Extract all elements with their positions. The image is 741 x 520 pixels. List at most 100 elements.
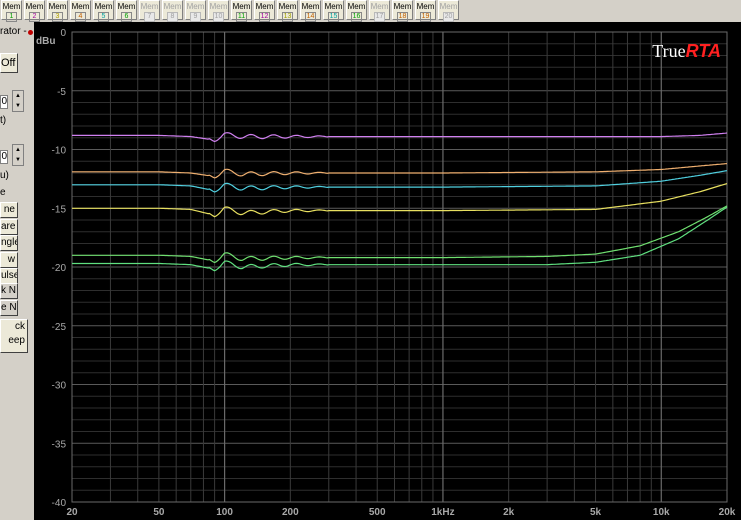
mem-button-label: Mem (347, 2, 366, 11)
mem-button-number: 9 (190, 12, 201, 22)
freq-field[interactable]: 0 (0, 150, 8, 164)
x-tick-label: 5k (590, 507, 602, 518)
noise-option-1[interactable]: k N (0, 283, 18, 299)
mem-button-label: Mem (278, 2, 297, 11)
mem-button-20[interactable]: Mem 20 (438, 0, 459, 22)
logo-text-plain: True (652, 41, 685, 61)
level-spinner[interactable]: ▲ ▼ (12, 90, 24, 112)
mem-button-17[interactable]: Mem 17 (369, 0, 390, 22)
spin-down-icon[interactable]: ▼ (13, 155, 23, 165)
y-tick-label: -10 (52, 146, 67, 157)
y-tick-label: -35 (52, 439, 67, 450)
mem-button-number: 1 (6, 12, 17, 22)
memory-toolbar: Mem 1 Mem 2 Mem 3 Mem 4 Mem 5 Mem 6 Mem 7 Mem 8 Mem 9 Mem 1… (0, 0, 741, 23)
x-tick-label: 1kHz (431, 507, 454, 518)
waveform-button-3[interactable]: ngle (0, 235, 18, 251)
waveform-button-2[interactable]: are (0, 218, 18, 235)
y-tick-label: 0 (60, 28, 66, 39)
x-tick-label: 100 (216, 507, 233, 518)
x-tick-label: 10k (653, 507, 670, 518)
x-tick-label: 200 (282, 507, 299, 518)
bottom-button-2[interactable]: eep (1, 334, 27, 348)
mem-button-number: 11 (236, 12, 247, 22)
mem-button-7[interactable]: Mem 7 (139, 0, 160, 22)
mem-button-label: Mem (416, 2, 435, 11)
mem-button-label: Mem (71, 2, 90, 11)
generator-status-dot (28, 30, 33, 35)
freq-spinner[interactable]: ▲ ▼ (12, 144, 24, 166)
mem-button-number: 7 (144, 12, 155, 22)
mem-button-number: 15 (328, 12, 339, 22)
logo-text-accent: RTA (686, 41, 721, 61)
mem-button-number: 6 (121, 12, 132, 22)
mem-button-label: Mem (2, 2, 21, 11)
bottom-button-1[interactable]: ck (1, 320, 27, 334)
y-tick-label: -25 (52, 322, 67, 333)
mem-button-2[interactable]: Mem 2 (24, 0, 45, 22)
mem-button-label: Mem (25, 2, 44, 11)
waveform-button-5[interactable]: ulse (0, 268, 18, 284)
x-tick-label: 50 (153, 507, 165, 518)
mem-button-9[interactable]: Mem 9 (185, 0, 206, 22)
mem-button-11[interactable]: Mem 11 (231, 0, 252, 22)
mem-button-6[interactable]: Mem 6 (116, 0, 137, 22)
y-axis-label: dBu (36, 36, 55, 47)
generator-label: rator - (0, 26, 27, 37)
mem-button-label: Mem (94, 2, 113, 11)
spin-up-icon[interactable]: ▲ (13, 91, 23, 101)
mem-button-label: Mem (186, 2, 205, 11)
level-unit-label: t) (0, 115, 7, 126)
rta-chart[interactable]: 0 -5 -10 -15 -20 -25 -30 -35 -40 dBu 20 50 100 200 500… (34, 22, 741, 520)
x-tick-label: 20 (66, 507, 78, 518)
mem-button-5[interactable]: Mem 5 (93, 0, 114, 22)
mem-button-number: 2 (29, 12, 40, 22)
waveform-button-1[interactable]: ne (0, 202, 18, 218)
mem-button-label: Mem (439, 2, 458, 11)
bottom-button-group: ck eep (0, 319, 28, 353)
spin-up-icon[interactable]: ▲ (13, 145, 23, 155)
mem-button-number: 14 (305, 12, 316, 22)
generator-panel: rator - Off 0 ▲ ▼ t) 0 ▲ ▼ u) e ck eep n… (0, 22, 34, 520)
spin-down-icon[interactable]: ▼ (13, 101, 23, 111)
mem-button-4[interactable]: Mem 4 (70, 0, 91, 22)
mem-button-label: Mem (140, 2, 159, 11)
mem-button-label: Mem (370, 2, 389, 11)
mem-button-number: 13 (282, 12, 293, 22)
mem-button-number: 19 (420, 12, 431, 22)
level-field[interactable]: 0 (0, 95, 8, 109)
mem-button-label: Mem (209, 2, 228, 11)
y-tick-label: -20 (52, 263, 67, 274)
y-tick-label: -40 (52, 498, 67, 509)
mem-button-19[interactable]: Mem 19 (415, 0, 436, 22)
mem-button-label: Mem (324, 2, 343, 11)
mem-button-14[interactable]: Mem 14 (300, 0, 321, 22)
mem-button-number: 17 (374, 12, 385, 22)
mem-button-number: 10 (213, 12, 224, 22)
mem-button-label: Mem (393, 2, 412, 11)
noise-option-2[interactable]: e N (0, 300, 18, 316)
mem-button-8[interactable]: Mem 8 (162, 0, 183, 22)
mem-button-15[interactable]: Mem 15 (323, 0, 344, 22)
mem-button-label: Mem (301, 2, 320, 11)
mem-button-number: 18 (397, 12, 408, 22)
mem-button-18[interactable]: Mem 18 (392, 0, 413, 22)
mem-button-label: Mem (232, 2, 251, 11)
waveform-section-label: e (0, 187, 6, 198)
mem-button-3[interactable]: Mem 3 (47, 0, 68, 22)
mem-button-1[interactable]: Mem 1 (1, 0, 22, 22)
mem-button-10[interactable]: Mem 10 (208, 0, 229, 22)
mem-button-number: 3 (52, 12, 63, 22)
mem-button-13[interactable]: Mem 13 (277, 0, 298, 22)
mem-button-number: 16 (351, 12, 362, 22)
chart-svg: 0 -5 -10 -15 -20 -25 -30 -35 -40 dBu 20 50 100 200 500… (36, 28, 736, 518)
x-tick-label: 2k (503, 507, 515, 518)
mem-button-label: Mem (48, 2, 67, 11)
mem-button-16[interactable]: Mem 16 (346, 0, 367, 22)
y-tick-label: -15 (52, 204, 67, 215)
waveform-button-4[interactable]: w (0, 251, 18, 268)
freq-unit-label: u) (0, 170, 9, 181)
y-tick-label: -5 (57, 87, 66, 98)
mem-button-12[interactable]: Mem 12 (254, 0, 275, 22)
mem-button-number: 8 (167, 12, 178, 22)
generator-off-button[interactable]: Off (0, 53, 18, 73)
